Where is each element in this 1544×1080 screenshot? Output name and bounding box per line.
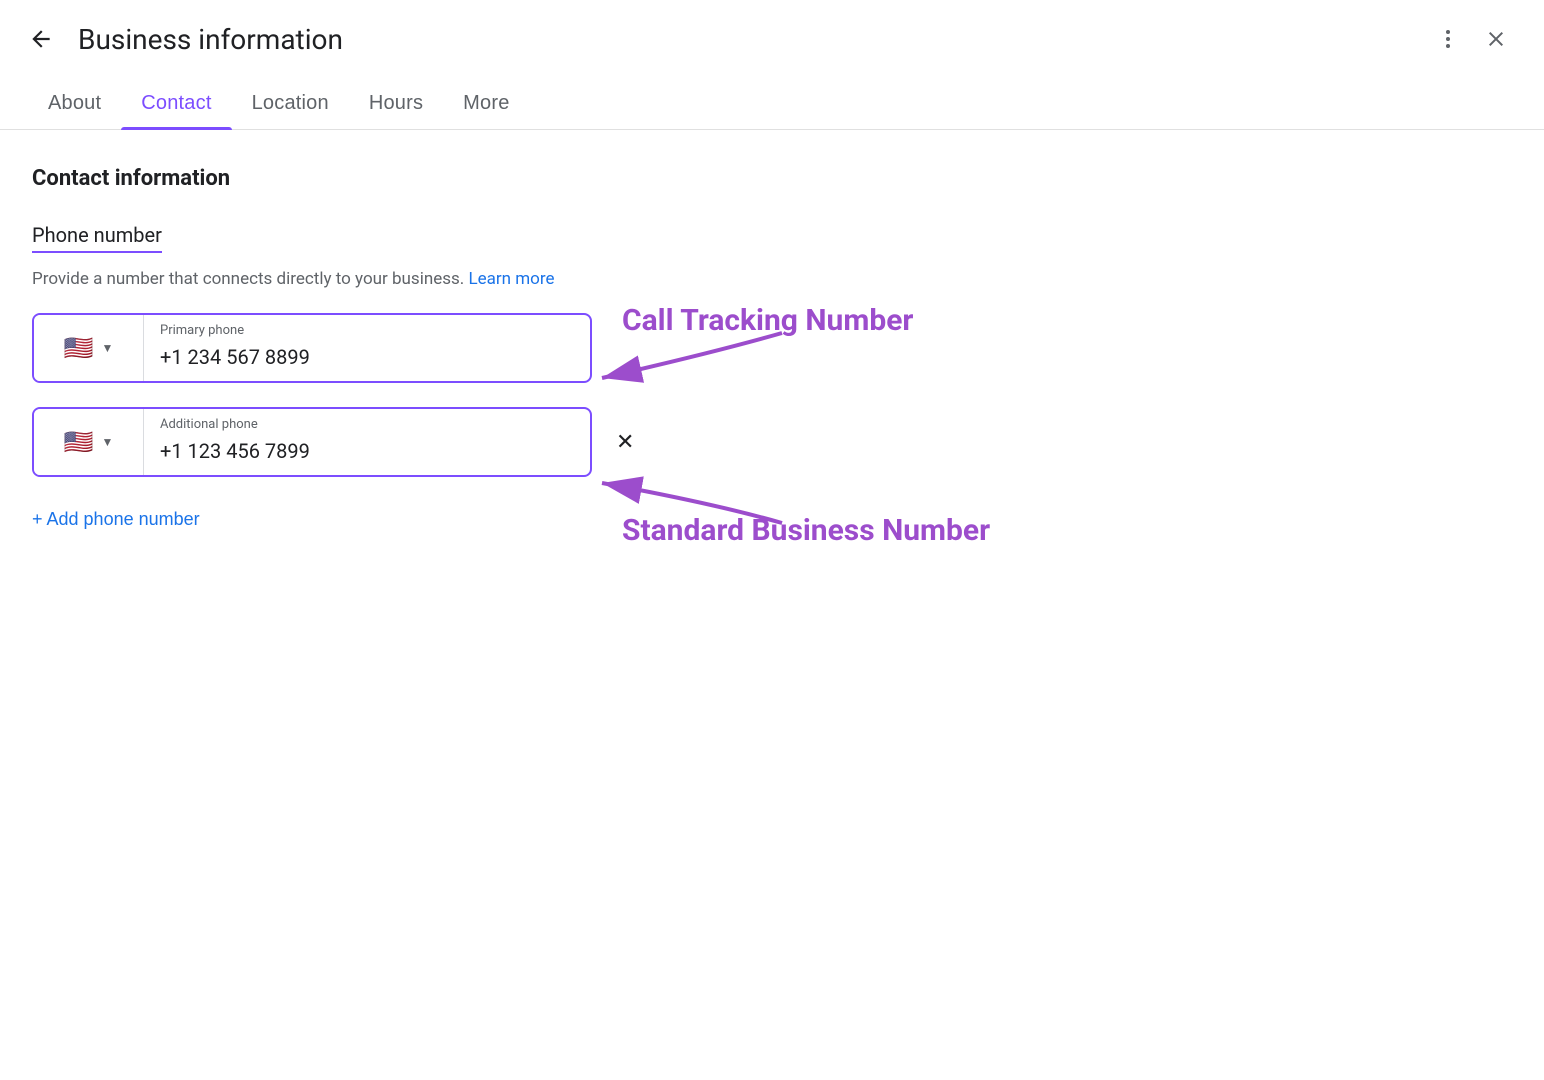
tab-contact[interactable]: Contact [121,78,231,129]
phone-number-section: Phone number Provide a number that conne… [32,223,868,538]
tabs-bar: About Contact Location Hours More [0,78,1544,130]
additional-phone-value[interactable]: +1 123 456 7899 [160,439,574,467]
learn-more-link[interactable]: Learn more [468,269,554,289]
tab-hours[interactable]: Hours [349,78,443,129]
additional-phone-field-label: Additional phone [160,417,258,432]
content-area: Contact information Phone number Provide… [0,130,900,598]
primary-flag-icon: 🇺🇸 [64,336,94,360]
phone-description: Provide a number that connects directly … [32,269,868,289]
add-phone-button[interactable]: + Add phone number [32,501,200,538]
call-tracking-annotation: Call Tracking Number [622,303,913,338]
add-phone-label: + Add phone number [32,509,200,530]
header: Business information [0,0,1544,78]
additional-phone-field-container: Additional phone +1 123 456 7899 [144,409,590,475]
primary-phone-field-container: Primary phone +1 234 567 8899 [144,315,590,381]
more-options-button[interactable] [1428,19,1468,59]
tab-location[interactable]: Location [232,78,349,129]
primary-phone-value[interactable]: +1 234 567 8899 [160,345,574,373]
remove-additional-phone-button[interactable]: ✕ [608,421,642,463]
close-button[interactable] [1476,19,1516,59]
tab-about[interactable]: About [28,78,121,129]
additional-country-selector[interactable]: 🇺🇸 ▼ [34,409,144,475]
primary-country-selector[interactable]: 🇺🇸 ▼ [34,315,144,381]
additional-phone-input-wrapper: 🇺🇸 ▼ Additional phone +1 123 456 7899 [32,407,592,477]
primary-dropdown-arrow-icon: ▼ [102,341,114,355]
phone-number-label: Phone number [32,223,162,253]
header-actions [1428,19,1516,59]
primary-phone-input-wrapper: 🇺🇸 ▼ Primary phone +1 234 567 8899 [32,313,592,383]
back-button[interactable] [20,18,62,60]
section-title: Contact information [32,166,868,191]
primary-phone-field-label: Primary phone [160,323,244,338]
standard-business-annotation: Standard Business Number [622,513,990,548]
additional-dropdown-arrow-icon: ▼ [102,435,114,449]
tab-more[interactable]: More [443,78,529,129]
phone-groups-container: 🇺🇸 ▼ Primary phone +1 234 567 8899 Call … [32,313,868,477]
additional-flag-icon: 🇺🇸 [64,430,94,454]
additional-phone-group: 🇺🇸 ▼ Additional phone +1 123 456 7899 ✕ [32,407,868,477]
page-title: Business information [78,23,1428,56]
